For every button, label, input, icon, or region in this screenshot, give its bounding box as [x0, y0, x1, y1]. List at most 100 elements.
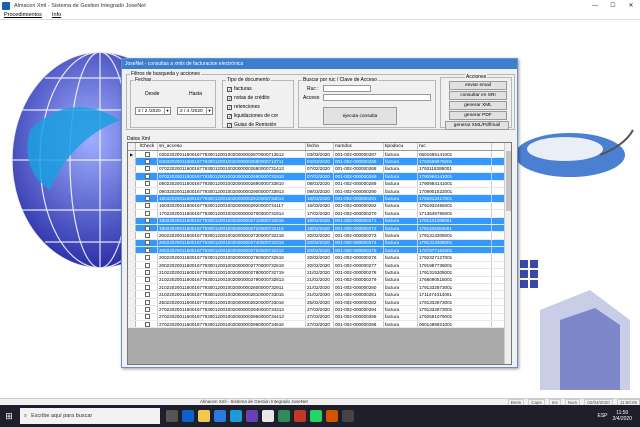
- row-checkbox[interactable]: [144, 203, 150, 209]
- cell-sri-acceso[interactable]: 1603202001160016779300120010020000002920…: [158, 202, 306, 210]
- table-row[interactable]: 2002202001160016779300120010020000002770…: [128, 261, 511, 270]
- row-check-cell[interactable]: [136, 298, 158, 306]
- checkbox-liquidaciones[interactable]: ✓ liquidaciones de cor: [227, 113, 278, 119]
- row-check-cell[interactable]: [136, 276, 158, 284]
- cell-tipodocu[interactable]: factura: [384, 239, 418, 247]
- row-checkbox[interactable]: [144, 292, 150, 298]
- row-check-cell[interactable]: [136, 202, 158, 210]
- row-header[interactable]: [128, 284, 136, 291]
- cell-sri-acceso[interactable]: 2702202001160016779300120010020000002960…: [158, 320, 306, 328]
- cell-fecha[interactable]: 20/02/2020: [306, 239, 334, 247]
- row-header[interactable]: [128, 173, 136, 180]
- task-view-icon[interactable]: [166, 410, 178, 422]
- cell-numdoc[interactable]: 001-002-000000275: [334, 247, 384, 254]
- cell-sri-acceso[interactable]: 0903202001160016779300120010020000002900…: [158, 187, 306, 195]
- row-header[interactable]: [128, 202, 136, 210]
- row-check-cell[interactable]: [136, 187, 158, 195]
- row-header[interactable]: [128, 165, 136, 173]
- row-check-cell[interactable]: [136, 195, 158, 202]
- vertical-scrollbar[interactable]: [504, 143, 511, 364]
- desde-date-picker[interactable]: 2 / 2 /2020 ▼: [135, 107, 171, 115]
- row-check-cell[interactable]: [136, 173, 158, 180]
- cell-sri-acceso[interactable]: 2502202001160016779300120010020000002820…: [158, 298, 306, 306]
- row-checkbox[interactable]: [144, 284, 150, 290]
- row-check-cell[interactable]: [136, 210, 158, 217]
- xml-data-grid[interactable]: lCheck sri_acceso fecha numdoc tipodocu …: [127, 142, 512, 365]
- table-row[interactable]: 0702202001160016779300120010020000002680…: [128, 165, 511, 174]
- cell-fecha[interactable]: 21/02/2020: [306, 291, 334, 298]
- row-checkbox[interactable]: [144, 166, 150, 172]
- language-indicator[interactable]: ESP: [598, 413, 608, 419]
- row-check-cell[interactable]: [136, 284, 158, 291]
- cell-numdoc[interactable]: 001-002-000000291: [334, 195, 384, 202]
- row-checkbox[interactable]: [144, 188, 150, 194]
- row-check-cell[interactable]: [136, 165, 158, 173]
- edge-icon[interactable]: [182, 410, 194, 422]
- cell-tipodocu[interactable]: factura: [384, 284, 418, 291]
- cell-tipodocu[interactable]: factura: [384, 151, 418, 158]
- app-icon-orange[interactable]: [326, 410, 338, 422]
- cell-ruc[interactable]: 1790984141001: [418, 173, 492, 180]
- table-row[interactable]: 2702202001160016779300120010020000002940…: [128, 306, 511, 314]
- row-checkbox[interactable]: [144, 314, 150, 320]
- cell-fecha[interactable]: 18/02/2020: [306, 224, 334, 232]
- cell-ruc[interactable]: 0601496821001: [418, 320, 492, 328]
- cell-ruc[interactable]: 1791987736001: [418, 261, 492, 269]
- cell-numdoc[interactable]: 001-002-000000271: [334, 217, 384, 224]
- col-sri-acceso[interactable]: sri_acceso: [158, 143, 306, 150]
- row-check-cell[interactable]: [136, 254, 158, 261]
- row-header[interactable]: [128, 298, 136, 306]
- cell-fecha[interactable]: 27/03/2020: [306, 313, 334, 320]
- row-checkbox[interactable]: [144, 269, 150, 275]
- vs-icon[interactable]: [246, 410, 258, 422]
- generar-xml-pdf-mail-button[interactable]: generar XML/Pdf/mail: [445, 121, 509, 130]
- row-header[interactable]: [128, 313, 136, 320]
- row-check-cell[interactable]: [136, 180, 158, 187]
- cell-fecha[interactable]: 04/03/2020: [306, 158, 334, 165]
- cell-numdoc[interactable]: 001-002-000000270: [334, 210, 384, 217]
- cell-sri-acceso[interactable]: 2702202001160016779300120010020000002950…: [158, 313, 306, 320]
- row-header[interactable]: [128, 195, 136, 202]
- consultar-sri-button[interactable]: consultar en SRI: [449, 91, 507, 100]
- cell-ruc[interactable]: 1768090515001: [418, 276, 492, 284]
- cell-ruc[interactable]: 1792118395001: [418, 165, 492, 173]
- row-checkbox[interactable]: [144, 277, 150, 283]
- cell-numdoc[interactable]: 001-002-000000274: [334, 239, 384, 247]
- cell-fecha[interactable]: 21/02/2020: [306, 269, 334, 276]
- taskbar-search[interactable]: ⌕ Escribe aquí para buscar: [20, 408, 160, 424]
- cell-tipodocu[interactable]: factura: [384, 195, 418, 202]
- row-header[interactable]: [128, 210, 136, 217]
- menu-procedimientos[interactable]: Procedimientos: [4, 12, 42, 18]
- row-checkbox[interactable]: [144, 232, 150, 238]
- close-button[interactable]: ✕: [622, 0, 640, 11]
- cell-numdoc[interactable]: 001-002-000000288: [334, 158, 384, 165]
- cell-ruc[interactable]: 0501655141001: [418, 151, 492, 158]
- cell-ruc[interactable]: 1791332873001: [418, 298, 492, 306]
- cell-sri-acceso[interactable]: 0302202001160016779300120010020000002870…: [158, 151, 306, 158]
- cell-sri-acceso[interactable]: 2002202001160016779300120010020000002730…: [158, 232, 306, 239]
- cell-tipodocu[interactable]: factura: [384, 173, 418, 180]
- cell-numdoc[interactable]: 001-002-000000296: [334, 320, 384, 328]
- table-row[interactable]: 2102202001160016779300120010020000002810…: [128, 291, 511, 299]
- cell-ruc[interactable]: 1792327127001: [418, 254, 492, 261]
- row-checkbox[interactable]: [144, 210, 150, 216]
- table-row[interactable]: 1603202001160016779300120010020000002910…: [128, 195, 511, 203]
- row-header[interactable]: [128, 217, 136, 224]
- cell-fecha[interactable]: 27/03/2020: [306, 306, 334, 313]
- app-icon-red[interactable]: [294, 410, 306, 422]
- table-row[interactable]: 2102202001160016779300120010020000002790…: [128, 276, 511, 285]
- col-tipodocu[interactable]: tipodocu: [384, 143, 418, 150]
- cell-fecha[interactable]: 07/02/2020: [306, 165, 334, 173]
- cell-ruc[interactable]: 1791332873001: [418, 306, 492, 313]
- cell-tipodocu[interactable]: factura: [384, 298, 418, 306]
- excel-icon[interactable]: [278, 410, 290, 422]
- cell-ruc[interactable]: 1790984141001: [418, 180, 492, 187]
- checkbox-notas-credito[interactable]: ✓ notas de crédito: [227, 95, 270, 101]
- cell-fecha[interactable]: 20/02/2020: [306, 261, 334, 269]
- cell-numdoc[interactable]: 001-002-000000280: [334, 284, 384, 291]
- cell-tipodocu[interactable]: factura: [384, 261, 418, 269]
- row-header[interactable]: [128, 291, 136, 298]
- row-header[interactable]: [128, 276, 136, 284]
- row-checkbox[interactable]: [144, 299, 150, 305]
- cell-sri-acceso[interactable]: 2102202001160016779300120010020000002790…: [158, 276, 306, 284]
